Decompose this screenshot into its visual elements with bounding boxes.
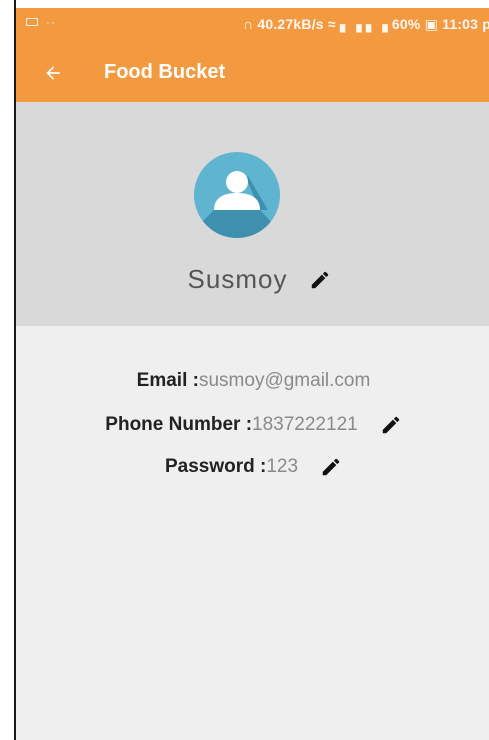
edit-phone-pencil-icon[interactable] [380, 414, 402, 436]
more-notifications-icon: ·· [46, 15, 56, 29]
notification-icon [26, 18, 38, 26]
status-info: ∩ 40.27kB/s ≈ ▖▗ ▖▗ 60% ▣ 11:03 р [242, 16, 489, 32]
phone-screen: ·· ∩ 40.27kB/s ≈ ▖▗ ▖▗ 60% ▣ 11:03 р Foo… [14, 0, 489, 740]
edit-name-pencil-icon[interactable] [309, 269, 331, 291]
screen-top-edge [16, 0, 489, 8]
username-row: Susmoy [16, 264, 489, 295]
edit-password-pencil-icon[interactable] [320, 456, 342, 478]
app-bar: Food Bucket [16, 46, 489, 102]
profile-header: Susmoy [16, 102, 489, 326]
password-row: Password : 123 [16, 456, 489, 478]
person-avatar-icon[interactable] [194, 152, 280, 238]
password-label: Password : [164, 456, 267, 477]
email-row: Email : susmoy@gmail.com [16, 370, 489, 392]
notification-icons: ·· [26, 15, 56, 29]
phone-label: Phone Number : [105, 414, 253, 435]
phone-row: Phone Number : 1837222121 [16, 414, 489, 436]
profile-name: Susmoy [187, 264, 288, 294]
arrow-back-icon[interactable] [38, 58, 68, 88]
password-value: 123 [266, 456, 299, 477]
email-label: Email : [136, 370, 199, 391]
app-title: Food Bucket [104, 61, 226, 83]
phone-value: 1837222121 [252, 414, 358, 435]
email-value: susmoy@gmail.com [198, 370, 371, 391]
status-bar: ·· ∩ 40.27kB/s ≈ ▖▗ ▖▗ 60% ▣ 11:03 р [16, 8, 489, 46]
